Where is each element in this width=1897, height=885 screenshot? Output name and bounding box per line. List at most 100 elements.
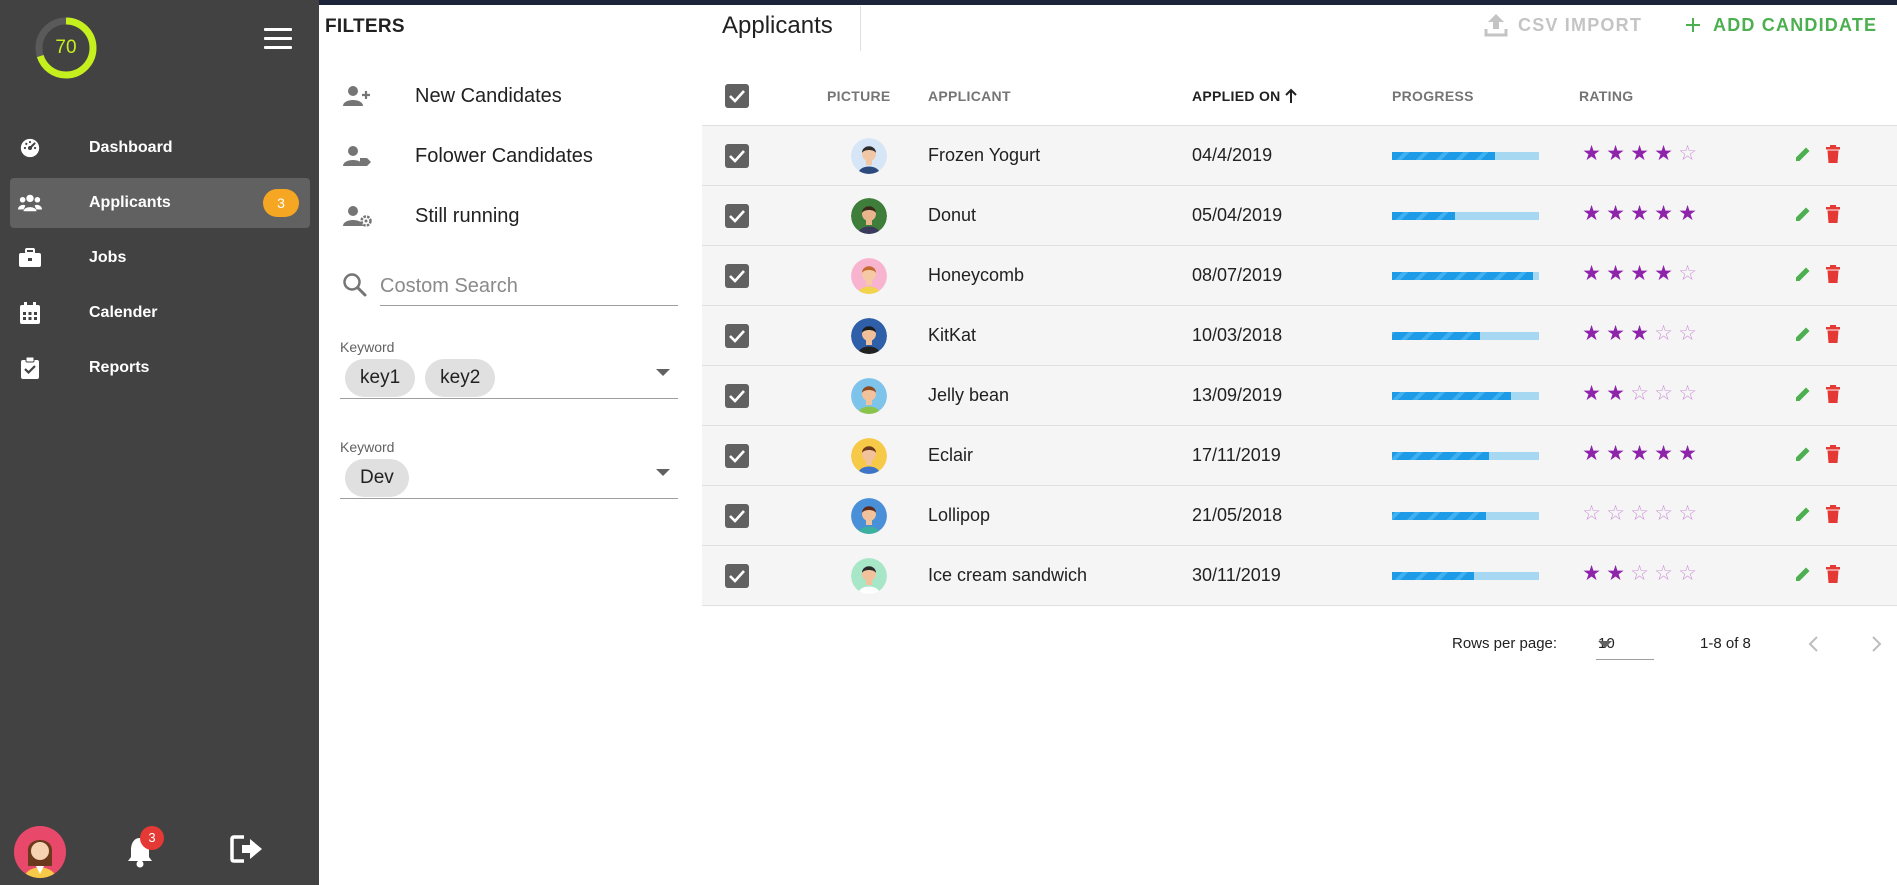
star-empty-icon[interactable]: ☆ bbox=[1581, 502, 1602, 526]
star-empty-icon[interactable]: ☆ bbox=[1629, 562, 1650, 586]
star-filled-icon[interactable]: ★ bbox=[1581, 322, 1602, 346]
star-filled-icon[interactable]: ★ bbox=[1605, 202, 1626, 226]
star-empty-icon[interactable]: ☆ bbox=[1677, 502, 1698, 526]
person-avatar-icon bbox=[851, 318, 887, 354]
rows-per-page-select[interactable]: 10 bbox=[1596, 628, 1654, 660]
keyword-chip[interactable]: key2 bbox=[425, 359, 496, 397]
table-row[interactable]: Frozen Yogurt 04/4/2019 ★ ★ ★ ★ ☆ bbox=[702, 126, 1897, 186]
edit-pencil-icon[interactable] bbox=[1793, 444, 1815, 466]
delete-trash-icon[interactable] bbox=[1824, 264, 1844, 286]
menu-toggle-icon[interactable] bbox=[264, 28, 292, 52]
edit-pencil-icon[interactable] bbox=[1793, 204, 1815, 226]
star-empty-icon[interactable]: ☆ bbox=[1629, 382, 1650, 406]
delete-trash-icon[interactable] bbox=[1824, 504, 1844, 526]
delete-trash-icon[interactable] bbox=[1824, 144, 1844, 166]
star-filled-icon[interactable]: ★ bbox=[1581, 442, 1602, 466]
table-row[interactable]: Donut 05/04/2019 ★ ★ ★ ★ ★ bbox=[702, 186, 1897, 246]
edit-pencil-icon[interactable] bbox=[1793, 324, 1815, 346]
filter-still-running[interactable]: Still running bbox=[319, 191, 699, 241]
next-page-icon[interactable] bbox=[1864, 632, 1888, 656]
star-empty-icon[interactable]: ☆ bbox=[1653, 502, 1674, 526]
sidebar-item-jobs[interactable]: Jobs bbox=[10, 233, 310, 283]
logout-icon[interactable] bbox=[230, 834, 264, 864]
search-input[interactable] bbox=[380, 268, 678, 306]
table-row[interactable]: Lollipop 21/05/2018 ☆ ☆ ☆ ☆ ☆ bbox=[702, 486, 1897, 546]
star-empty-icon[interactable]: ☆ bbox=[1677, 322, 1698, 346]
csv-import-button[interactable]: CSV IMPORT bbox=[1484, 10, 1642, 40]
star-filled-icon[interactable]: ★ bbox=[1605, 382, 1626, 406]
keyword-chip[interactable]: key1 bbox=[345, 359, 416, 397]
keyword-chip[interactable]: Dev bbox=[345, 459, 409, 497]
star-filled-icon[interactable]: ★ bbox=[1653, 202, 1674, 226]
star-empty-icon[interactable]: ☆ bbox=[1653, 562, 1674, 586]
star-filled-icon[interactable]: ★ bbox=[1581, 202, 1602, 226]
star-empty-icon[interactable]: ☆ bbox=[1653, 322, 1674, 346]
star-empty-icon[interactable]: ☆ bbox=[1653, 382, 1674, 406]
filter-folower-candidates[interactable]: Folower Candidates bbox=[319, 131, 699, 181]
edit-pencil-icon[interactable] bbox=[1793, 264, 1815, 286]
previous-page-icon[interactable] bbox=[1802, 632, 1826, 656]
star-filled-icon[interactable]: ★ bbox=[1653, 262, 1674, 286]
star-filled-icon[interactable]: ★ bbox=[1581, 382, 1602, 406]
star-empty-icon[interactable]: ☆ bbox=[1605, 502, 1626, 526]
delete-trash-icon[interactable] bbox=[1824, 324, 1844, 346]
star-filled-icon[interactable]: ★ bbox=[1581, 562, 1602, 586]
sidebar-item-dashboard[interactable]: Dashboard bbox=[10, 123, 310, 173]
star-filled-icon[interactable]: ★ bbox=[1629, 322, 1650, 346]
star-empty-icon[interactable]: ☆ bbox=[1677, 382, 1698, 406]
dropdown-arrow-icon[interactable] bbox=[656, 469, 670, 476]
keyword-select-1[interactable]: Keyword key1 key2 bbox=[340, 339, 678, 399]
star-empty-icon[interactable]: ☆ bbox=[1677, 562, 1698, 586]
row-checkbox[interactable] bbox=[725, 384, 749, 408]
user-avatar[interactable] bbox=[14, 826, 66, 878]
star-filled-icon[interactable]: ★ bbox=[1677, 442, 1698, 466]
star-filled-icon[interactable]: ★ bbox=[1629, 202, 1650, 226]
row-checkbox[interactable] bbox=[725, 564, 749, 588]
row-checkbox[interactable] bbox=[725, 144, 749, 168]
delete-trash-icon[interactable] bbox=[1824, 204, 1844, 226]
sidebar-item-reports[interactable]: Reports bbox=[10, 343, 310, 393]
select-all-checkbox[interactable] bbox=[725, 84, 749, 108]
star-filled-icon[interactable]: ★ bbox=[1629, 442, 1650, 466]
add-candidate-button[interactable]: ADD CANDIDATE bbox=[1685, 10, 1877, 40]
star-filled-icon[interactable]: ★ bbox=[1629, 262, 1650, 286]
star-filled-icon[interactable]: ★ bbox=[1605, 142, 1626, 166]
sidebar-item-calender[interactable]: Calender bbox=[10, 288, 310, 338]
table-row[interactable]: Eclair 17/11/2019 ★ ★ ★ ★ ★ bbox=[702, 426, 1897, 486]
column-applied-on[interactable]: APPLIED ON bbox=[1192, 88, 1298, 104]
table-row[interactable]: KitKat 10/03/2018 ★ ★ ★ ☆ ☆ bbox=[702, 306, 1897, 366]
star-filled-icon[interactable]: ★ bbox=[1581, 262, 1602, 286]
column-applicant[interactable]: APPLICANT bbox=[928, 88, 1011, 104]
star-filled-icon[interactable]: ★ bbox=[1581, 142, 1602, 166]
star-empty-icon[interactable]: ☆ bbox=[1629, 502, 1650, 526]
dropdown-arrow-icon[interactable] bbox=[656, 369, 670, 376]
edit-pencil-icon[interactable] bbox=[1793, 384, 1815, 406]
row-checkbox[interactable] bbox=[725, 504, 749, 528]
star-filled-icon[interactable]: ★ bbox=[1605, 442, 1626, 466]
edit-pencil-icon[interactable] bbox=[1793, 564, 1815, 586]
star-empty-icon[interactable]: ☆ bbox=[1677, 262, 1698, 286]
delete-trash-icon[interactable] bbox=[1824, 384, 1844, 406]
table-row[interactable]: Jelly bean 13/09/2019 ★ ★ ☆ ☆ ☆ bbox=[702, 366, 1897, 426]
star-filled-icon[interactable]: ★ bbox=[1629, 142, 1650, 166]
sidebar-item-applicants[interactable]: Applicants 3 bbox=[10, 178, 310, 228]
star-filled-icon[interactable]: ★ bbox=[1653, 142, 1674, 166]
star-filled-icon[interactable]: ★ bbox=[1605, 322, 1626, 346]
row-checkbox[interactable] bbox=[725, 264, 749, 288]
edit-pencil-icon[interactable] bbox=[1793, 504, 1815, 526]
delete-trash-icon[interactable] bbox=[1824, 564, 1844, 586]
star-filled-icon[interactable]: ★ bbox=[1653, 442, 1674, 466]
star-filled-icon[interactable]: ★ bbox=[1605, 562, 1626, 586]
row-checkbox[interactable] bbox=[725, 444, 749, 468]
row-checkbox[interactable] bbox=[725, 324, 749, 348]
edit-pencil-icon[interactable] bbox=[1793, 144, 1815, 166]
delete-trash-icon[interactable] bbox=[1824, 444, 1844, 466]
table-row[interactable]: Ice cream sandwich 30/11/2019 ★ ★ ☆ ☆ ☆ bbox=[702, 546, 1897, 606]
star-empty-icon[interactable]: ☆ bbox=[1677, 142, 1698, 166]
row-checkbox[interactable] bbox=[725, 204, 749, 228]
keyword-select-2[interactable]: Keyword Dev bbox=[340, 439, 678, 499]
table-row[interactable]: Honeycomb 08/07/2019 ★ ★ ★ ★ ☆ bbox=[702, 246, 1897, 306]
star-filled-icon[interactable]: ★ bbox=[1677, 202, 1698, 226]
star-filled-icon[interactable]: ★ bbox=[1605, 262, 1626, 286]
filter-new-candidates[interactable]: New Candidates bbox=[319, 71, 699, 121]
